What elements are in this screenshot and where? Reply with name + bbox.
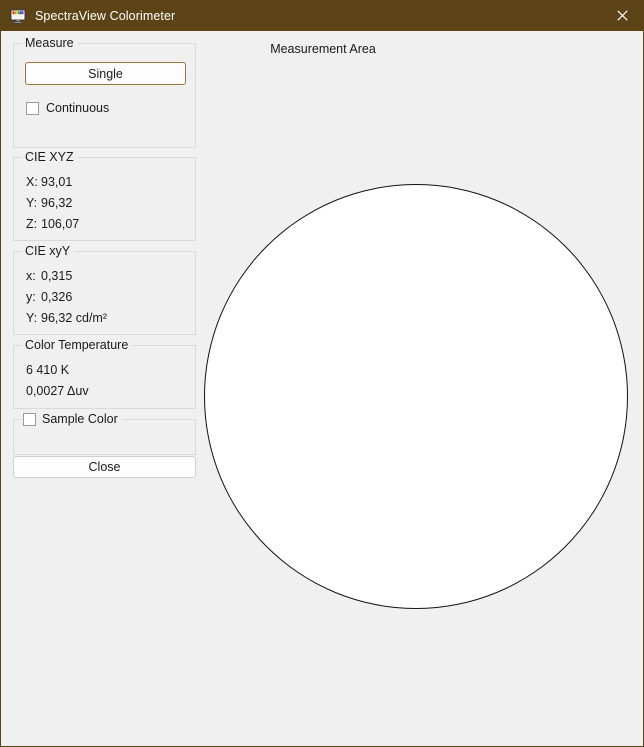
cie-xyy-row-y: y: 0,326 xyxy=(26,290,72,304)
color-temperature-duv: 0,0027 Δuv xyxy=(26,384,89,398)
color-temperature-group-legend: Color Temperature xyxy=(22,337,133,353)
cie-xyz-row-z: Z: 106,07 xyxy=(26,217,79,231)
cie-xyy-value-bigy: 96,32 cd/m² xyxy=(41,311,108,325)
measurement-area-label: Measurement Area xyxy=(270,42,376,56)
cie-xyy-value-y: 0,326 xyxy=(41,290,73,304)
sample-color-group: Sample Color xyxy=(13,411,196,455)
cie-xyy-row-bigy: Y: 96,32 cd/m² xyxy=(26,311,107,325)
color-temperature-kelvin: 6 410 K xyxy=(26,363,70,377)
measurement-circle xyxy=(204,184,628,609)
cie-xyz-value-z: 106,07 xyxy=(41,217,80,231)
continuous-label: Continuous xyxy=(46,101,110,115)
color-temperature-group: Color Temperature 6 410 K 0,0027 Δuv xyxy=(13,337,196,409)
cie-xyy-value-x: 0,315 xyxy=(41,269,73,283)
cie-xyz-group-legend: CIE XYZ xyxy=(22,149,78,165)
client-area: Measure Single Continuous CIE XYZ X: 93,0… xyxy=(1,31,643,746)
continuous-checkbox-row[interactable]: Continuous xyxy=(26,101,109,115)
monitor-color-icon xyxy=(10,8,26,24)
cie-xyy-label-x: x: xyxy=(26,269,36,283)
app-window: SpectraView Colorimeter Measure Single C… xyxy=(0,0,644,747)
cie-xyz-label-z: Z: xyxy=(26,217,38,231)
measure-group: Measure Single Continuous xyxy=(13,35,196,148)
close-icon[interactable] xyxy=(599,0,643,31)
cie-xyz-group: CIE XYZ X: 93,01 Y: 96,32 Z: 106,07 xyxy=(13,149,196,241)
continuous-checkbox[interactable] xyxy=(26,101,39,115)
cie-xyz-row-y: Y: 96,32 xyxy=(26,196,72,210)
cie-xyz-label-x: X: xyxy=(26,175,38,189)
cie-xyz-label-y: Y: xyxy=(26,196,38,210)
close-dialog-button[interactable]: Close xyxy=(13,456,196,478)
titlebar: SpectraView Colorimeter xyxy=(1,0,643,31)
sample-color-group-legend[interactable]: Sample Color xyxy=(20,411,122,427)
cie-xyz-value-y: 96,32 xyxy=(41,196,73,210)
sample-color-label: Sample Color xyxy=(42,412,118,426)
cie-xyy-label-bigy: Y: xyxy=(26,311,38,325)
cie-xyy-label-y: y: xyxy=(26,290,36,304)
cie-xyy-group-legend: CIE xyY xyxy=(22,243,75,259)
cie-xyy-row-x: x: 0,315 xyxy=(26,269,72,283)
window-title: SpectraView Colorimeter xyxy=(35,8,176,23)
cie-xyz-row-x: X: 93,01 xyxy=(26,175,72,189)
single-measure-button[interactable]: Single xyxy=(25,62,186,85)
sample-color-checkbox[interactable] xyxy=(23,412,36,426)
cie-xyz-value-x: 93,01 xyxy=(41,175,73,189)
cie-xyy-group: CIE xyY x: 0,315 y: 0,326 Y: 96,32 cd/m² xyxy=(13,243,196,335)
